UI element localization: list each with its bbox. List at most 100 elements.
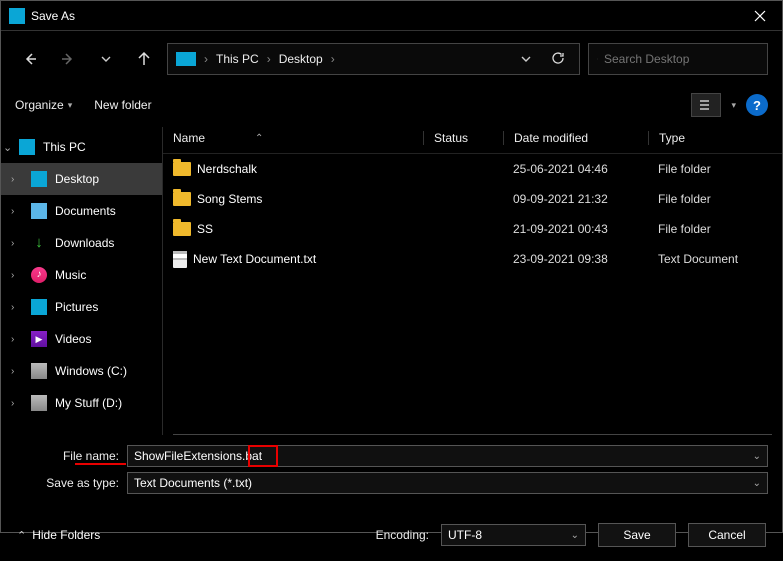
chevron-right-icon[interactable]: › — [11, 366, 14, 377]
save-type-select[interactable]: Text Documents (*.txt) ⌄ — [127, 472, 768, 494]
folder-icon — [173, 222, 191, 236]
music-icon: ♪ — [31, 267, 47, 283]
encoding-value: UTF-8 — [448, 528, 482, 542]
folder-icon — [173, 162, 191, 176]
sidebar-item-videos[interactable]: › ▶ Videos — [1, 323, 162, 355]
new-folder-button[interactable]: New folder — [94, 98, 151, 112]
chevron-right-icon[interactable]: › — [11, 206, 14, 217]
dropdown-icon[interactable]: ⌄ — [571, 530, 579, 541]
file-row[interactable]: Nerdschalk 25-06-2021 04:46File folder — [163, 154, 782, 184]
chevron-up-icon: ⌃ — [17, 529, 26, 542]
window-title: Save As — [31, 9, 738, 23]
file-type: Text Document — [648, 252, 772, 266]
documents-icon — [31, 203, 47, 219]
view-options-button[interactable] — [691, 93, 721, 117]
sidebar-item-label: Music — [55, 268, 86, 282]
sidebar-item-desktop[interactable]: › Desktop — [1, 163, 162, 195]
hide-folders-button[interactable]: ⌃ Hide Folders — [17, 528, 100, 542]
organize-button[interactable]: Organize ▾ — [15, 98, 72, 112]
address-bar[interactable]: › This PC › Desktop › — [167, 43, 580, 75]
app-icon — [9, 8, 25, 24]
column-header-status[interactable]: Status — [423, 131, 503, 145]
file-name: Song Stems — [197, 192, 262, 206]
forward-button[interactable] — [53, 44, 83, 74]
encoding-select[interactable]: UTF-8 ⌄ — [441, 524, 586, 546]
annotation-underline — [75, 463, 126, 465]
close-button[interactable] — [738, 1, 782, 31]
close-icon — [754, 10, 766, 22]
sidebar-item-music[interactable]: › ♪ Music — [1, 259, 162, 291]
this-pc-icon — [19, 139, 35, 155]
file-date: 25-06-2021 04:46 — [503, 162, 648, 176]
column-headers: Name ⌃ Status Date modified Type — [163, 127, 782, 154]
cancel-button[interactable]: Cancel — [688, 523, 766, 547]
file-name: SS — [197, 222, 213, 236]
search-box[interactable] — [588, 43, 768, 75]
list-view-icon — [699, 99, 713, 111]
caret-down-icon[interactable]: ▾ — [731, 100, 736, 111]
desktop-icon — [31, 171, 47, 187]
file-type: File folder — [648, 162, 772, 176]
file-row[interactable]: Song Stems 09-09-2021 21:32File folder — [163, 184, 782, 214]
organize-label: Organize — [15, 98, 64, 112]
file-date: 09-09-2021 21:32 — [503, 192, 648, 206]
column-header-name[interactable]: Name ⌃ — [173, 131, 423, 145]
column-name-label: Name — [173, 131, 205, 145]
back-button[interactable] — [15, 44, 45, 74]
chevron-down-icon — [101, 55, 111, 63]
breadcrumb-root[interactable]: This PC — [216, 52, 259, 66]
up-button[interactable] — [129, 44, 159, 74]
videos-icon: ▶ — [31, 331, 47, 347]
chevron-down-icon[interactable]: ⌄ — [3, 141, 12, 154]
save-type-value: Text Documents (*.txt) — [134, 476, 252, 490]
folder-icon — [173, 192, 191, 206]
sidebar-item-pictures[interactable]: › Pictures — [1, 291, 162, 323]
sidebar-item-drive-c[interactable]: › Windows (C:) — [1, 355, 162, 387]
file-type: File folder — [648, 192, 772, 206]
text-file-icon — [173, 251, 187, 268]
save-button[interactable]: Save — [598, 523, 676, 547]
breadcrumb-separator: › — [267, 52, 271, 66]
dropdown-icon[interactable]: ⌄ — [753, 451, 761, 462]
help-button[interactable]: ? — [746, 94, 768, 116]
chevron-right-icon[interactable]: › — [11, 398, 14, 409]
sidebar-item-label: Windows (C:) — [55, 364, 127, 378]
divider — [173, 434, 772, 435]
file-row[interactable]: SS21-09-2021 00:43File folder — [163, 214, 782, 244]
file-name-value: ShowFileExtensions.bat — [134, 449, 262, 463]
chevron-right-icon[interactable]: › — [11, 270, 14, 281]
save-type-label: Save as type: — [15, 476, 127, 490]
sidebar-item-drive-d[interactable]: › My Stuff (D:) — [1, 387, 162, 419]
file-name-input[interactable]: ShowFileExtensions.bat ⌄ — [127, 445, 768, 467]
search-input[interactable] — [604, 52, 759, 66]
file-name: Nerdschalk — [197, 162, 257, 176]
address-dropdown[interactable] — [513, 52, 539, 66]
dropdown-icon[interactable]: ⌄ — [753, 478, 761, 489]
encoding-label: Encoding: — [376, 528, 429, 542]
sidebar-item-documents[interactable]: › Documents — [1, 195, 162, 227]
breadcrumb-separator: › — [204, 52, 208, 66]
chevron-right-icon[interactable]: › — [11, 174, 14, 185]
sidebar-this-pc[interactable]: ⌄ This PC — [1, 131, 162, 163]
column-header-date[interactable]: Date modified — [503, 131, 648, 145]
chevron-right-icon[interactable]: › — [11, 334, 14, 345]
file-date: 21-09-2021 00:43 — [503, 222, 648, 236]
file-row[interactable]: New Text Document.txt23-09-2021 09:38Tex… — [163, 244, 782, 274]
sidebar-root-label: This PC — [43, 140, 86, 154]
help-icon: ? — [753, 98, 761, 113]
arrow-up-icon — [136, 51, 152, 67]
location-icon — [176, 52, 196, 66]
chevron-right-icon[interactable]: › — [11, 302, 14, 313]
sidebar-item-label: Desktop — [55, 172, 99, 186]
sidebar-item-label: Downloads — [55, 236, 114, 250]
breadcrumb-current[interactable]: Desktop — [279, 52, 323, 66]
file-name-label: File name: — [15, 449, 127, 463]
arrow-left-icon — [22, 51, 38, 67]
chevron-down-icon — [521, 55, 531, 63]
column-header-type[interactable]: Type — [648, 131, 772, 145]
chevron-right-icon[interactable]: › — [11, 238, 14, 249]
sidebar-item-downloads[interactable]: › ↓ Downloads — [1, 227, 162, 259]
history-button[interactable] — [91, 44, 121, 74]
breadcrumb-separator: › — [331, 52, 335, 66]
refresh-button[interactable] — [545, 51, 571, 68]
